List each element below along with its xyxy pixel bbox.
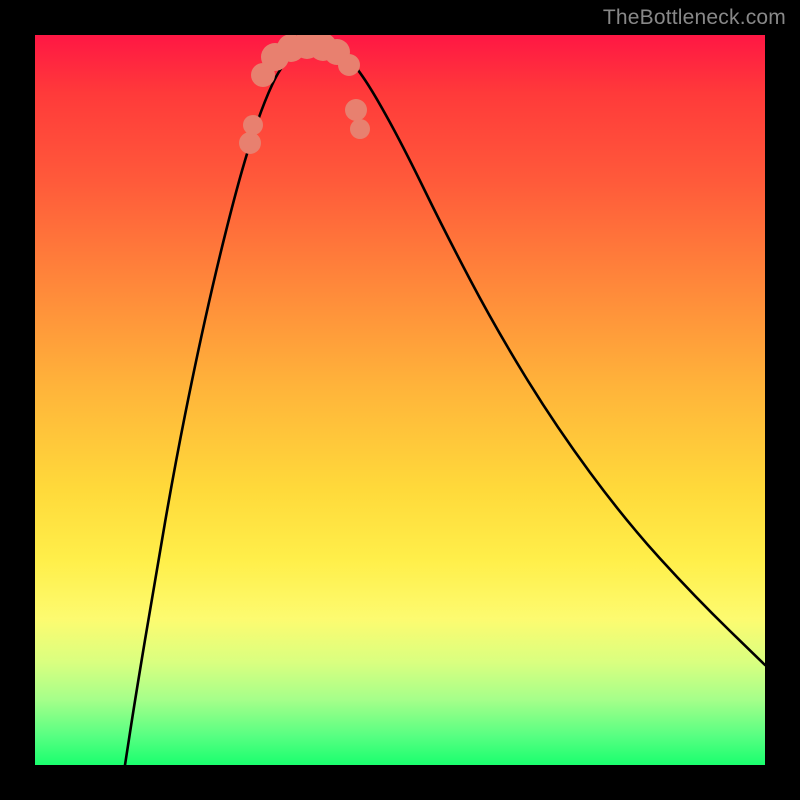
marker-dot [350, 119, 370, 139]
chart-curve [125, 45, 765, 765]
chart-plot-area [35, 35, 765, 765]
marker-dot [345, 99, 367, 121]
watermark-text: TheBottleneck.com [603, 6, 786, 30]
chart-frame: TheBottleneck.com [0, 0, 800, 800]
marker-dot [243, 115, 263, 135]
chart-markers [239, 35, 370, 154]
marker-dot [239, 132, 261, 154]
chart-svg [35, 35, 765, 765]
marker-dot [338, 54, 360, 76]
